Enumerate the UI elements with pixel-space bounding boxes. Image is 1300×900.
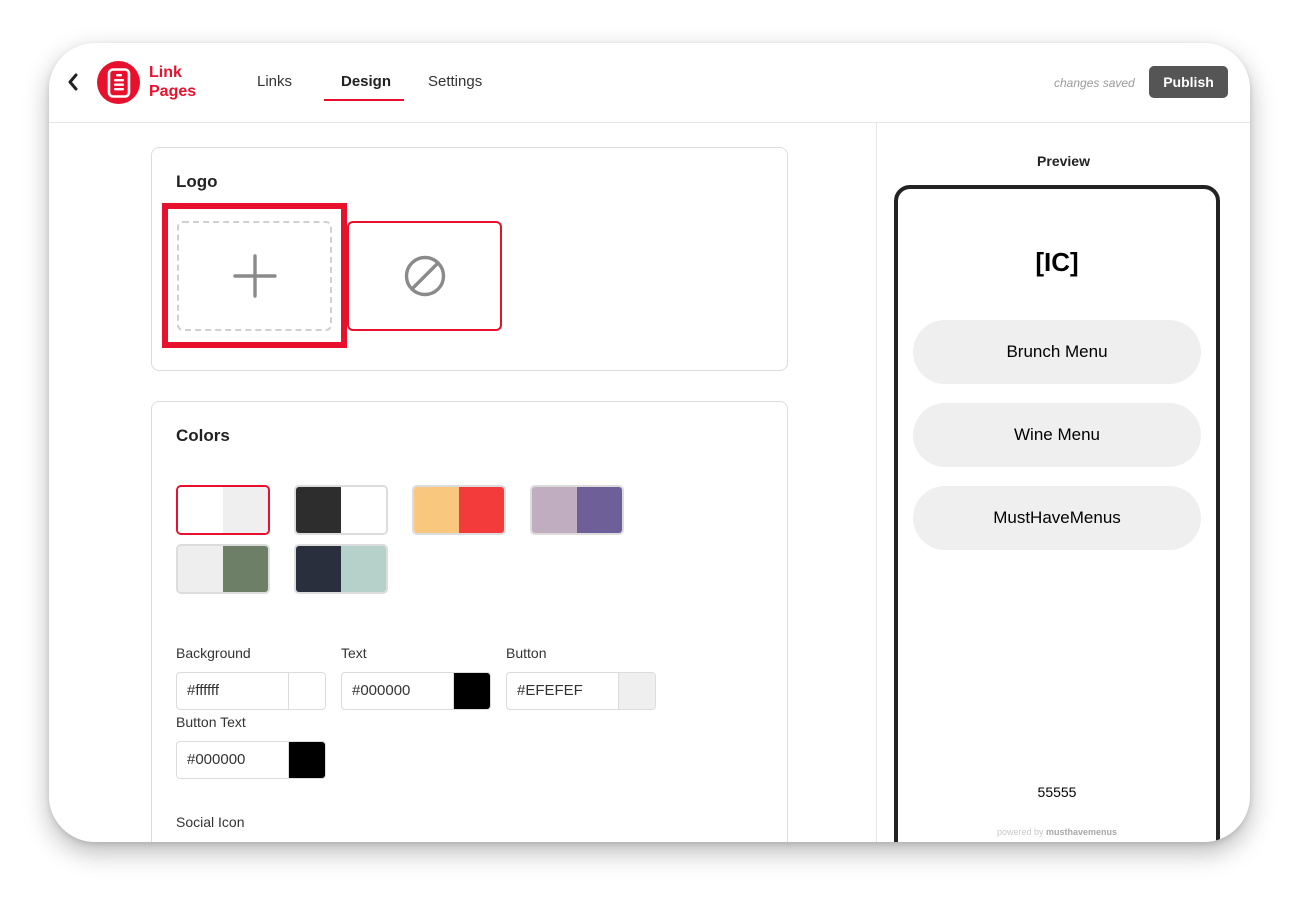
- button-text-color-value[interactable]: #000000: [177, 742, 288, 778]
- colors-card: Colors Background #ffffff Text #000000 B…: [151, 401, 788, 842]
- logo-card: Logo: [151, 147, 788, 371]
- button-text-color-chip[interactable]: [288, 742, 325, 778]
- phone-preview: [IC] Brunch Menu Wine Menu MustHaveMenus…: [894, 185, 1220, 842]
- background-color-field[interactable]: #ffffff: [176, 672, 326, 710]
- background-color-chip[interactable]: [288, 673, 325, 709]
- publish-button[interactable]: Publish: [1149, 66, 1228, 98]
- top-bar: Link Pages Links Design Settings changes…: [49, 43, 1250, 123]
- color-preset-3[interactable]: [412, 485, 506, 535]
- no-symbol-icon: [404, 255, 445, 297]
- text-color-chip[interactable]: [453, 673, 490, 709]
- color-preset-4[interactable]: [530, 485, 624, 535]
- color-preset-6[interactable]: [294, 544, 388, 594]
- colors-section-title: Colors: [176, 426, 230, 445]
- preview-link-button[interactable]: Wine Menu: [913, 403, 1201, 467]
- text-label: Text: [341, 645, 367, 661]
- social-icon-label: Social Icon: [176, 814, 245, 830]
- tab-links[interactable]: Links: [257, 73, 292, 90]
- tab-design[interactable]: Design: [341, 73, 391, 90]
- button-text-color-field[interactable]: #000000: [176, 741, 326, 779]
- preview-link-button[interactable]: MustHaveMenus: [913, 486, 1201, 550]
- design-editor: Logo Colors Background #ffffff Text #000…: [49, 123, 876, 842]
- preview-footer-text: 55555: [1037, 784, 1077, 800]
- plus-icon: [232, 254, 277, 298]
- button-text-label: Button Text: [176, 714, 246, 730]
- upload-logo-button[interactable]: [177, 221, 332, 331]
- app-window: Link Pages Links Design Settings changes…: [49, 43, 1250, 842]
- powered-prefix: powered by: [996, 827, 1044, 837]
- preview-title: Preview: [1037, 153, 1090, 169]
- brand-line-2: Pages: [149, 83, 197, 100]
- background-label: Background: [176, 645, 251, 661]
- no-logo-button[interactable]: [347, 221, 502, 331]
- background-color-value[interactable]: #ffffff: [177, 673, 288, 709]
- button-color-value[interactable]: #EFEFEF: [507, 673, 618, 709]
- link-pages-logo-icon: [97, 61, 140, 104]
- text-color-field[interactable]: #000000: [341, 672, 491, 710]
- save-status: changes saved: [1054, 76, 1135, 90]
- logo-section-title: Logo: [176, 172, 218, 191]
- tab-settings[interactable]: Settings: [428, 73, 482, 90]
- powered-by-credit[interactable]: powered by musthavemenus: [898, 827, 1216, 837]
- brand-line-1: Link: [149, 64, 182, 81]
- color-preset-2[interactable]: [294, 485, 388, 535]
- color-preset-5[interactable]: [176, 544, 270, 594]
- preview-logo-text: [IC]: [1035, 247, 1079, 277]
- text-color-value[interactable]: #000000: [342, 673, 453, 709]
- button-color-field[interactable]: #EFEFEF: [506, 672, 656, 710]
- powered-brand: musthavemenus: [1046, 827, 1118, 837]
- brand-name: Link Pages: [149, 63, 219, 101]
- button-color-chip[interactable]: [618, 673, 655, 709]
- active-tab-indicator: [324, 99, 404, 101]
- preview-link-button[interactable]: Brunch Menu: [913, 320, 1201, 384]
- back-chevron-icon[interactable]: [65, 71, 81, 93]
- panel-divider: [876, 123, 877, 842]
- button-label: Button: [506, 645, 547, 661]
- color-preset-1[interactable]: [176, 485, 270, 535]
